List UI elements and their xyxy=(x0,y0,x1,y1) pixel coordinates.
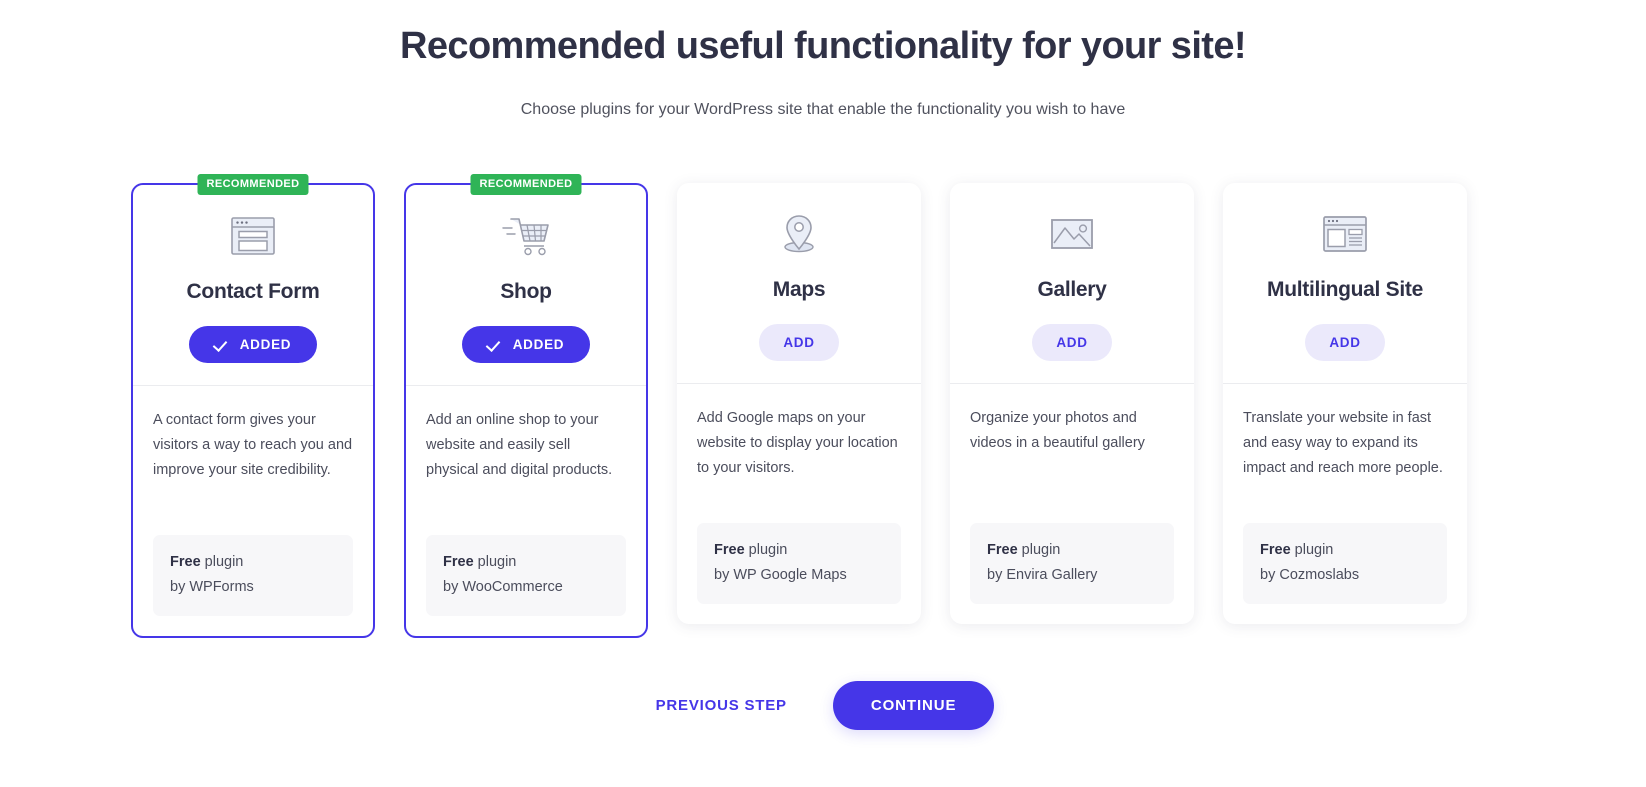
card-header: Shop ADDED xyxy=(406,185,646,386)
plugin-price: Free xyxy=(987,542,1018,559)
plugin-price: Free xyxy=(170,554,201,571)
recommended-badge: RECOMMENDED xyxy=(197,174,309,195)
card-description: Add Google maps on your website to displ… xyxy=(697,410,898,476)
plugin-word: plugin xyxy=(473,554,517,571)
card-description: Add an online shop to your website and e… xyxy=(426,412,613,478)
footer-actions: PREVIOUS STEP CONTINUE xyxy=(0,681,1646,730)
add-button-label: ADD xyxy=(783,335,815,350)
plugin-card-contact-form[interactable]: RECOMMENDED Contact Form ADDED A contact… xyxy=(131,174,375,638)
check-icon xyxy=(215,339,230,350)
plugin-word: plugin xyxy=(1017,542,1061,559)
plugin-word: plugin xyxy=(200,554,244,571)
card-title: Multilingual Site xyxy=(1267,278,1423,301)
card-title: Shop xyxy=(500,280,552,303)
browser-form-icon xyxy=(228,211,278,261)
add-button[interactable]: ADD xyxy=(1032,324,1112,361)
added-button-label: ADDED xyxy=(512,337,565,352)
card-description: A contact form gives your visitors a way… xyxy=(153,412,353,478)
card-description: Organize your photos and videos in a bea… xyxy=(970,410,1145,451)
plugin-price-line: Free plugin xyxy=(443,550,609,575)
plugin-price-line: Free plugin xyxy=(1260,538,1430,563)
card-body: Add Google maps on your website to displ… xyxy=(677,384,921,624)
plugin-info-box: Free plugin by Cozmoslabs xyxy=(1243,523,1447,604)
added-button[interactable]: ADDED xyxy=(188,326,318,363)
card-header: Multilingual Site ADD xyxy=(1223,183,1467,384)
card-description: Translate your website in fast and easy … xyxy=(1243,410,1443,476)
plugin-selection-page: Recommended useful functionality for you… xyxy=(0,0,1646,787)
add-button-label: ADD xyxy=(1329,335,1361,350)
plugin-author: by WP Google Maps xyxy=(714,567,847,584)
plugin-info-box: Free plugin by WooCommerce xyxy=(426,535,626,616)
plugin-card-maps[interactable]: Maps ADD Add Google maps on your website… xyxy=(677,183,921,624)
plugin-author: by Envira Gallery xyxy=(987,567,1098,584)
plugin-price: Free xyxy=(1260,542,1291,559)
page-title: Recommended useful functionality for you… xyxy=(400,25,1247,67)
plugin-info-box: Free plugin by Envira Gallery xyxy=(970,523,1174,604)
plugin-author: by WooCommerce xyxy=(443,579,563,596)
plugin-word: plugin xyxy=(1290,542,1334,559)
plugin-word: plugin xyxy=(744,542,788,559)
plugin-cards-row: RECOMMENDED Contact Form ADDED A contact… xyxy=(131,174,1515,638)
plugin-price: Free xyxy=(714,542,745,559)
image-gallery-icon xyxy=(1046,209,1098,259)
card-header: Maps ADD xyxy=(677,183,921,384)
check-icon xyxy=(488,339,503,350)
card-body: Translate your website in fast and easy … xyxy=(1223,384,1467,624)
card-title: Gallery xyxy=(1037,278,1107,301)
card-title: Maps xyxy=(772,278,826,301)
plugin-author: by WPForms xyxy=(170,579,254,596)
plugin-price-line: Free plugin xyxy=(170,550,336,575)
page-header: Recommended useful functionality for you… xyxy=(0,0,1646,119)
map-pin-icon xyxy=(774,209,824,259)
layout-page-icon xyxy=(1319,209,1371,259)
add-button[interactable]: ADD xyxy=(1305,324,1385,361)
card-title: Contact Form xyxy=(186,280,320,303)
add-button-label: ADD xyxy=(1056,335,1088,350)
card-header: Contact Form ADDED xyxy=(133,185,373,386)
card-header: Gallery ADD xyxy=(950,183,1194,384)
plugin-price-line: Free plugin xyxy=(714,538,884,563)
previous-step-button[interactable]: PREVIOUS STEP xyxy=(652,689,791,722)
card-body: Add an online shop to your website and e… xyxy=(406,386,646,636)
shopping-cart-icon xyxy=(499,211,553,261)
plugin-author: by Cozmoslabs xyxy=(1260,567,1360,584)
card-body: Organize your photos and videos in a bea… xyxy=(950,384,1194,624)
plugin-info-box: Free plugin by WP Google Maps xyxy=(697,523,901,604)
continue-button[interactable]: CONTINUE xyxy=(832,681,995,730)
plugin-price-line: Free plugin xyxy=(987,538,1157,563)
card-body: A contact form gives your visitors a way… xyxy=(133,386,373,636)
added-button[interactable]: ADDED xyxy=(461,326,591,363)
plugin-card-multilingual-site[interactable]: Multilingual Site ADD Translate your web… xyxy=(1223,183,1467,624)
plugin-card-gallery[interactable]: Gallery ADD Organize your photos and vid… xyxy=(950,183,1194,624)
plugin-card-shop[interactable]: RECOMMENDED Shop ADDED Add an online sho… xyxy=(404,174,648,638)
recommended-badge: RECOMMENDED xyxy=(470,174,582,195)
added-button-label: ADDED xyxy=(239,337,292,352)
page-subtitle: Choose plugins for your WordPress site t… xyxy=(520,100,1126,118)
add-button[interactable]: ADD xyxy=(759,324,839,361)
plugin-price: Free xyxy=(443,554,474,571)
plugin-info-box: Free plugin by WPForms xyxy=(153,535,353,616)
